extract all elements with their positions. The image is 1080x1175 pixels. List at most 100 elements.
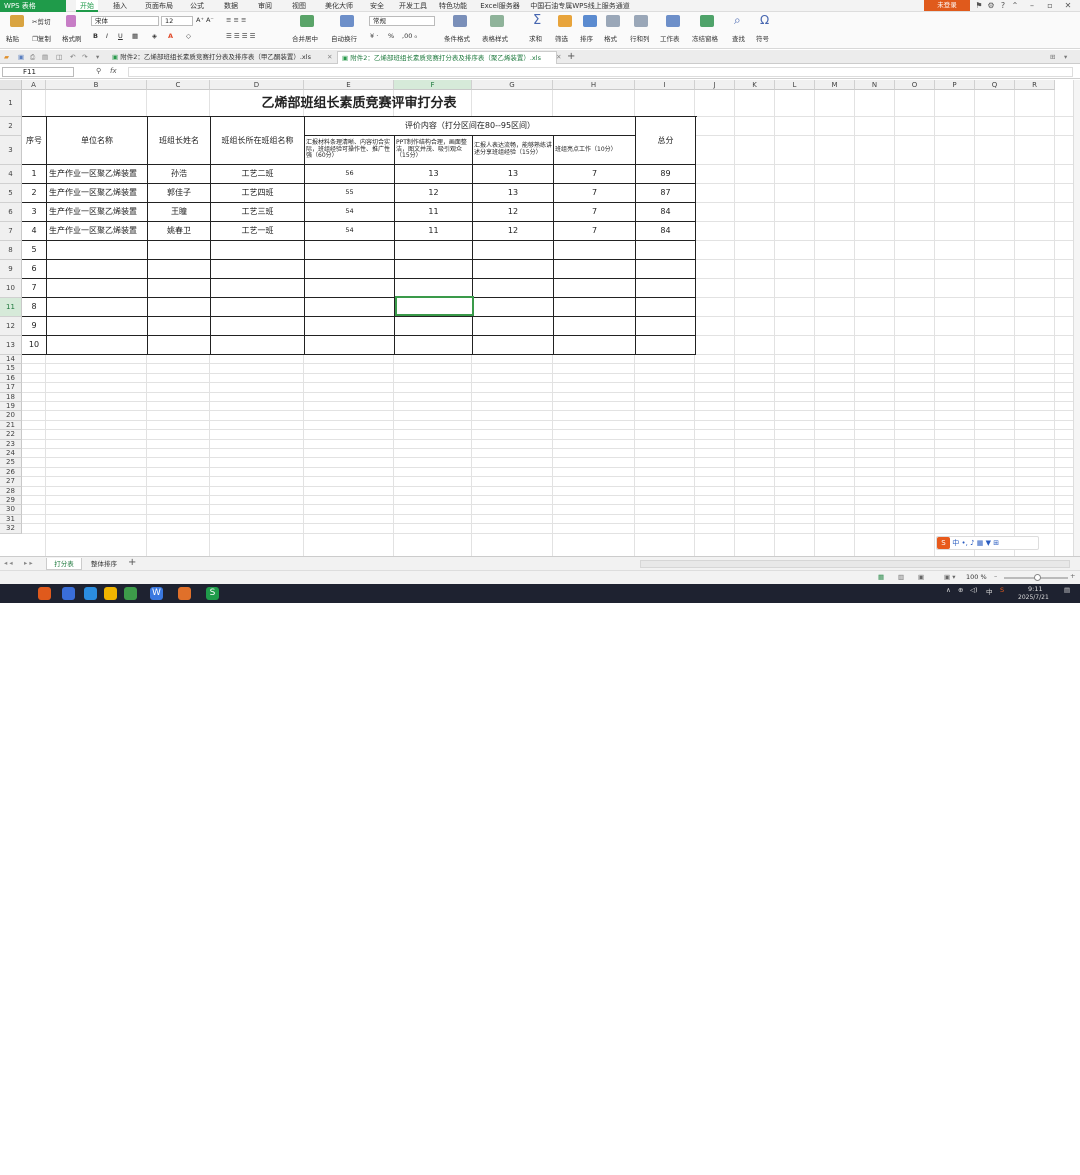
cell-c1[interactable]: 56 xyxy=(305,165,395,184)
notification-icon[interactable]: ▤ xyxy=(1064,586,1070,594)
row-header-11[interactable]: 11 xyxy=(0,298,22,317)
cell-c4[interactable]: 7 xyxy=(554,203,636,222)
undo-icon[interactable]: ↶ xyxy=(70,53,75,61)
horizontal-scrollbar[interactable] xyxy=(640,560,1070,568)
row-header-2[interactable]: 2 xyxy=(0,117,22,136)
cell-c3[interactable]: 12 xyxy=(473,203,554,222)
column-header-E[interactable]: E xyxy=(304,80,394,90)
font-color-icon[interactable]: A xyxy=(168,32,173,40)
cell-c1[interactable]: 54 xyxy=(305,222,395,241)
cell-seq[interactable]: 3 xyxy=(22,203,47,222)
column-header-Q[interactable]: Q xyxy=(975,80,1015,90)
column-header-G[interactable]: G xyxy=(472,80,553,90)
wrap-text-button[interactable]: 自动换行 xyxy=(331,33,357,43)
menu-review[interactable]: 审阅 xyxy=(254,0,276,12)
bold-button[interactable]: B xyxy=(93,32,98,40)
row-header-14[interactable]: 14 xyxy=(0,355,22,365)
number-format-select[interactable]: 常规 xyxy=(369,16,435,26)
doc-tab-2[interactable]: ▣ 附件2：乙烯部班组长素质竞赛打分表及排序表（聚乙烯装置）.xls xyxy=(337,51,557,64)
font-name-select[interactable]: 宋体 xyxy=(91,16,159,26)
skin-icon[interactable]: ▼ xyxy=(986,539,991,547)
cell-team[interactable]: 工艺四班 xyxy=(211,184,305,203)
header-team[interactable]: 班组长所在班组名称 xyxy=(211,117,305,165)
cell-c3[interactable] xyxy=(473,279,554,298)
cell-unit[interactable] xyxy=(47,241,148,260)
header-unit[interactable]: 单位名称 xyxy=(47,117,148,165)
add-sheet-icon[interactable]: + xyxy=(128,557,136,568)
filter-button[interactable]: 筛选 xyxy=(555,33,568,43)
cell-leader[interactable] xyxy=(148,279,211,298)
row-header-27[interactable]: 27 xyxy=(0,477,22,487)
cell-total[interactable]: 87 xyxy=(636,184,696,203)
border-icon[interactable]: ▦ xyxy=(132,32,138,40)
row-header-31[interactable]: 31 xyxy=(0,514,22,525)
last-sheet-icon[interactable]: ▸ ▸ xyxy=(24,559,33,567)
cell-c1[interactable] xyxy=(305,241,395,260)
cell-c4[interactable] xyxy=(554,279,636,298)
freeze-button[interactable]: 冻结窗格 xyxy=(692,33,718,43)
row-header-23[interactable]: 23 xyxy=(0,439,22,449)
menu-security[interactable]: 安全 xyxy=(366,0,388,12)
new-tab-icon[interactable]: + xyxy=(567,51,575,62)
cell-c2[interactable]: 12 xyxy=(395,184,473,203)
wrap-text-icon[interactable] xyxy=(340,15,354,27)
ime-toolbar[interactable]: S 中 •, ♪ ▦ ▼ ⊞ xyxy=(936,536,1039,550)
page-break-view-icon[interactable]: ▣ xyxy=(918,573,924,581)
cell-unit[interactable] xyxy=(47,298,148,317)
worksheet-button[interactable]: 工作表 xyxy=(660,33,680,43)
font-size-select[interactable]: 12 xyxy=(161,16,193,26)
header-leader[interactable]: 班组长姓名 xyxy=(148,117,211,165)
format-icon[interactable] xyxy=(606,15,620,27)
mic-icon[interactable]: ♪ xyxy=(970,539,974,547)
tray-up-icon[interactable]: ∧ xyxy=(946,586,951,594)
column-header-A[interactable]: A xyxy=(22,80,46,90)
cell-unit[interactable] xyxy=(47,279,148,298)
cell-seq[interactable]: 5 xyxy=(22,241,47,260)
cell-leader[interactable]: 郭佳子 xyxy=(148,184,211,203)
currency-icon[interactable]: ¥ · xyxy=(370,32,378,40)
column-header-R[interactable]: R xyxy=(1015,80,1055,90)
login-button[interactable]: 未登录 xyxy=(924,0,970,11)
menu-home[interactable]: 开始 xyxy=(76,0,98,12)
row-header-24[interactable]: 24 xyxy=(0,449,22,459)
cell-c2[interactable] xyxy=(395,260,473,279)
row-header-13[interactable]: 13 xyxy=(0,336,22,355)
active-cell-selection[interactable] xyxy=(395,296,474,316)
menu-special[interactable]: 特色功能 xyxy=(436,0,470,12)
row-header-32[interactable]: 32 xyxy=(0,524,22,534)
cell-c3[interactable]: 13 xyxy=(473,165,554,184)
cell-c4[interactable] xyxy=(554,336,636,355)
row-header-29[interactable]: 29 xyxy=(0,496,22,506)
cell-seq[interactable]: 6 xyxy=(22,260,47,279)
sort-icon[interactable] xyxy=(583,15,597,27)
table-style-button[interactable]: 表格样式 xyxy=(482,33,508,43)
sogou-tray-icon[interactable]: S xyxy=(1000,586,1004,594)
menu-excel-server[interactable]: Excel服务器 xyxy=(478,0,522,12)
ime-mode[interactable]: 中 xyxy=(952,539,959,547)
zoom-out-icon[interactable]: – xyxy=(994,572,997,580)
header-crit2[interactable]: PPT制作结构合理，画面整洁，图文并茂、吸引观众（15分） xyxy=(395,136,473,165)
row-header-22[interactable]: 22 xyxy=(0,430,22,440)
row-header-1[interactable]: 1 xyxy=(0,90,22,117)
cell-c1[interactable]: 54 xyxy=(305,203,395,222)
cell-c3[interactable]: 12 xyxy=(473,222,554,241)
page-layout-view-icon[interactable]: ▥ xyxy=(898,573,904,581)
help-icon[interactable]: ? xyxy=(998,0,1008,12)
tab-menu-icon[interactable]: ▾ xyxy=(1064,53,1067,61)
row-header-8[interactable]: 8 xyxy=(0,241,22,260)
cell-c1[interactable] xyxy=(305,336,395,355)
header-seq[interactable]: 序号 xyxy=(22,117,47,165)
save-icon[interactable]: ▣ xyxy=(18,53,24,61)
doc-tab-1-close-icon[interactable]: ✕ xyxy=(327,53,332,61)
cell-total[interactable] xyxy=(636,317,696,336)
row-header-28[interactable]: 28 xyxy=(0,486,22,496)
format-painter-button[interactable]: 格式刷 xyxy=(62,33,82,43)
spreadsheet-grid[interactable]: 乙烯部班组长素质竞赛评审打分表 序号 单位名称 班组长姓名 班组长所在班组名称 … xyxy=(0,80,1073,556)
menu-service-channel[interactable]: 中国石油专属WPS线上服务通道 xyxy=(528,0,632,12)
cell-team[interactable]: 工艺一班 xyxy=(211,222,305,241)
row-header-15[interactable]: 15 xyxy=(0,364,22,374)
column-header-I[interactable]: I xyxy=(635,80,695,90)
row-header-19[interactable]: 19 xyxy=(0,402,22,412)
row-header-26[interactable]: 26 xyxy=(0,467,22,478)
row-header-10[interactable]: 10 xyxy=(0,279,22,298)
